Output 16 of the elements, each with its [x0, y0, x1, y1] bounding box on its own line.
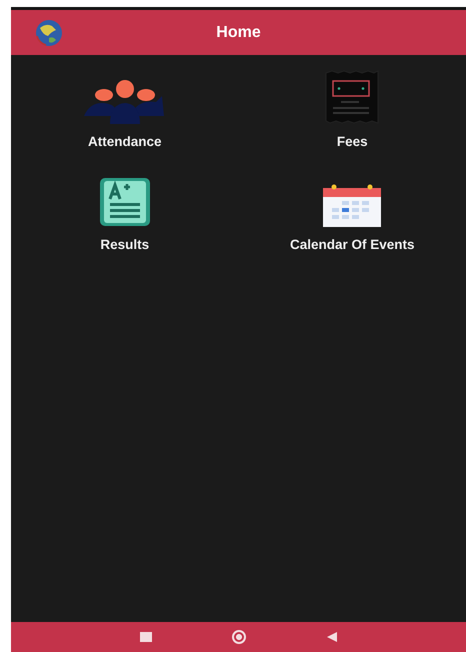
- menu-tile[interactable]: Results: [11, 163, 238, 252]
- calendar-icon: [322, 183, 382, 227]
- menu-label: Attendance: [88, 134, 162, 149]
- menu-tile[interactable]: Fees: [238, 60, 466, 149]
- menu-tile[interactable]: Calendar Of Events: [238, 163, 466, 252]
- menu-tile[interactable]: Attendance: [11, 60, 238, 149]
- menu-label: Calendar Of Events: [290, 237, 415, 252]
- globe-icon[interactable]: [34, 18, 64, 48]
- back-icon[interactable]: [326, 631, 338, 643]
- receipt-icon: [324, 70, 380, 124]
- recents-icon[interactable]: [140, 632, 152, 642]
- graded-sheet-icon: [98, 177, 151, 227]
- menu-label: Results: [100, 237, 150, 252]
- home-icon[interactable]: [232, 630, 246, 644]
- screen-title: Home: [216, 24, 261, 42]
- menu-label: Fees: [336, 134, 368, 149]
